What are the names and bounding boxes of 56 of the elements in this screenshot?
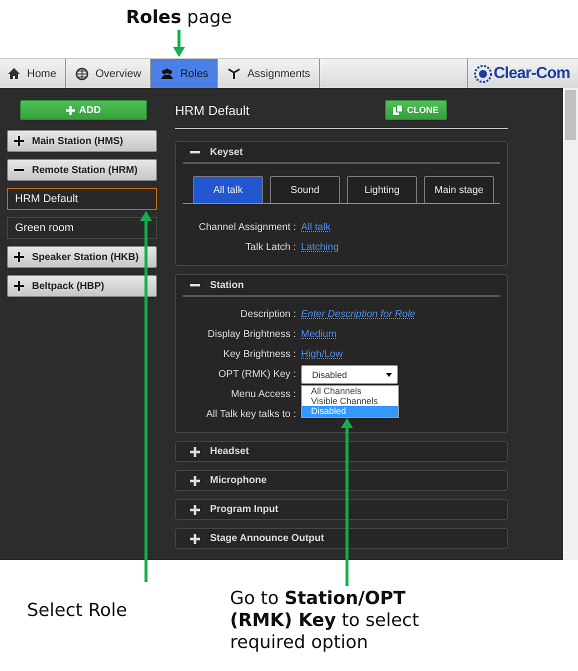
group-header[interactable]: Remote Station (HRM) (7, 159, 157, 181)
group-header[interactable]: Speaker Station (HKB) (7, 246, 157, 268)
field-label: Key Brightness : (222, 349, 296, 360)
home-icon (7, 66, 21, 80)
keyset-tab[interactable]: Main stage (424, 176, 494, 203)
section-header[interactable]: Program Input (183, 500, 500, 519)
logo-text: Clear-Com (494, 64, 570, 82)
keyset-tab[interactable]: Lighting (347, 176, 417, 203)
field-label: Channel Assignment : (198, 222, 296, 233)
field-label: Description : (239, 309, 296, 320)
section-header[interactable]: Keyset (183, 142, 500, 164)
copy-icon (393, 105, 403, 115)
group-header[interactable]: Main Station (HMS) (7, 130, 157, 152)
pointer-arrow (173, 30, 185, 57)
section-header[interactable]: Stage Announce Output (183, 529, 500, 548)
field-label: Menu Access : (230, 389, 296, 400)
value-link[interactable]: Medium (301, 329, 337, 340)
plus-icon (190, 476, 200, 486)
split-arrow-icon (227, 66, 242, 80)
globe-icon (75, 66, 90, 80)
plus-icon (14, 252, 24, 262)
plus-icon (190, 534, 200, 544)
section-header[interactable]: Headset (183, 442, 500, 461)
value-link[interactable]: Latching (301, 242, 339, 253)
scrollbar[interactable] (563, 88, 578, 560)
plus-icon (190, 504, 200, 514)
caption: Roles page (126, 7, 232, 29)
field-label: OPT (RMK) Key : (217, 369, 296, 380)
section-header[interactable]: Station (183, 275, 500, 297)
caption: Select Role (27, 600, 128, 623)
role-item[interactable]: HRM Default (7, 188, 157, 210)
group-header[interactable]: Beltpack (HBP) (7, 275, 157, 297)
plus-icon (14, 281, 24, 291)
role-item[interactable]: Green room (7, 217, 157, 239)
dropdown-option[interactable]: Visible Channels (302, 396, 398, 406)
plus-icon (66, 106, 76, 114)
keyset-tab[interactable]: All talk (193, 176, 263, 203)
section-header[interactable]: Microphone (183, 471, 500, 490)
caption: Go to Station/OPT (RMK) Key to select required option (230, 588, 420, 655)
caret-icon (386, 372, 392, 376)
people-icon (160, 66, 174, 80)
value-link[interactable]: High/Low (301, 349, 343, 360)
plus-icon (14, 136, 24, 146)
field-label: Talk Latch : (244, 242, 296, 253)
dropdown[interactable]: Disabled (301, 365, 398, 384)
keyset-tab[interactable]: Sound (270, 176, 340, 203)
dropdown-option[interactable]: All Channels (302, 386, 398, 396)
value-link[interactable]: All talk (301, 222, 330, 233)
logo-icon (474, 64, 492, 82)
page-title: HRM Default (175, 102, 250, 118)
value-link[interactable]: Enter Description for Role (301, 309, 416, 320)
field-label: Display Brightness : (206, 329, 296, 340)
nav-tab[interactable]: Roles (151, 59, 218, 88)
scroll-thumb[interactable] (565, 90, 576, 140)
field-label: All Talk key talks to : (205, 409, 296, 420)
plus-icon (190, 446, 200, 456)
